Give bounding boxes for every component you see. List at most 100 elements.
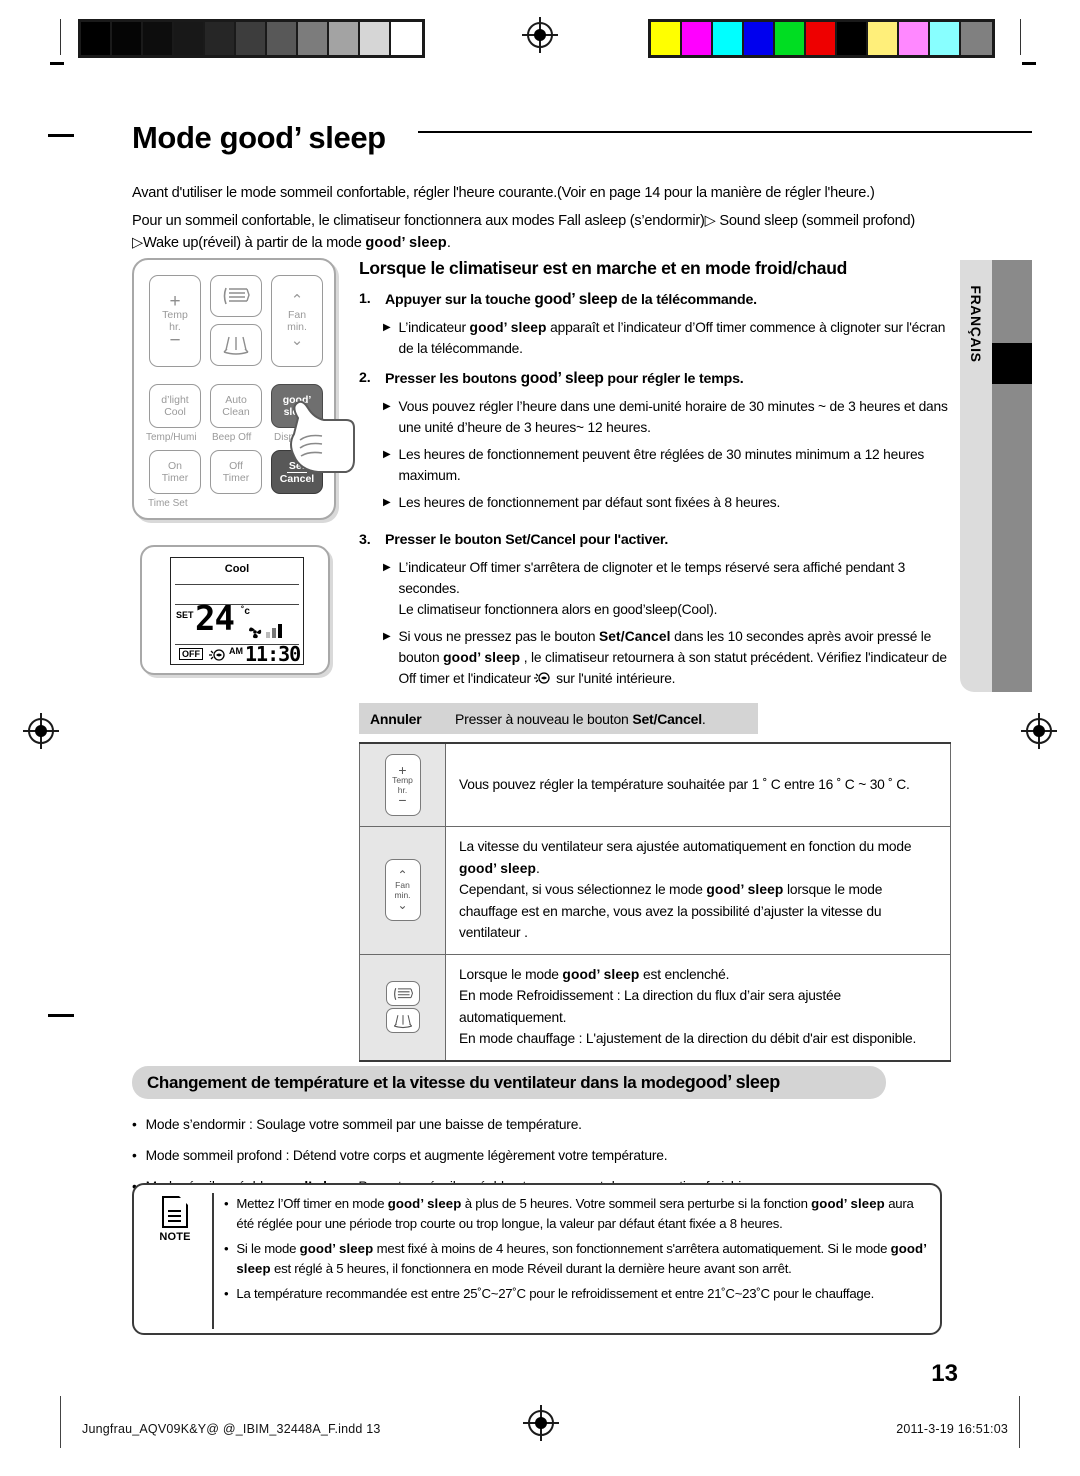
- lcd-meridiem: AM: [229, 646, 243, 656]
- lcd-set-label: SET: [176, 610, 194, 620]
- minus-icon: −: [169, 330, 181, 351]
- bullet-3-2-brand1: Set/Cancel: [598, 629, 671, 644]
- side-bleed-black: [992, 343, 1032, 384]
- chevron-up-icon: ⌃: [290, 292, 304, 309]
- settings-table: + Temp hr. − Vous pouvez régler la tempé…: [359, 742, 951, 1062]
- remote-swing-horizontal-button[interactable]: [210, 324, 262, 366]
- bullet-triangle-icon: ▶: [383, 497, 391, 508]
- page-title-prefix: Mode: [132, 120, 220, 155]
- gray-swatch-7: [298, 22, 329, 55]
- table-row-3-line-2: En mode Refroidissement : La direction d…: [459, 988, 841, 1025]
- bullet-triangle-icon: ▶: [383, 401, 391, 412]
- mid-left-dash: [48, 1014, 74, 1017]
- step-1: 1. Appuyer sur la touche good’ sleep de …: [359, 289, 951, 311]
- bullet-3-2-brand2: good’ sleep: [443, 650, 521, 665]
- gray-swatch-0: [81, 22, 112, 55]
- step-1-brand: good’ sleep: [534, 291, 618, 308]
- bullet-dot-icon: •: [224, 1196, 229, 1211]
- bullet-1-1-brand: good’ sleep: [469, 320, 547, 335]
- remote-auto-clean-button[interactable]: Auto Clean: [210, 384, 262, 428]
- table-row-2-line-2: Cependant, si vous sélectionnez le mode …: [459, 879, 938, 944]
- pointing-hand-icon: [290, 400, 355, 473]
- note-box: NOTE • Mettez l’Off timer en mode good’ …: [132, 1183, 942, 1335]
- grayscale-calibration-bar: [78, 19, 425, 58]
- triangle-icon: ▷: [704, 213, 716, 229]
- title-left-dash: [48, 134, 74, 137]
- bullet-dot-icon: •: [132, 1148, 137, 1163]
- section-bullet-2-text: Mode sommeil profond : Détend votre corp…: [145, 1148, 668, 1163]
- bullet-2-3-text: Les heures de fonctionnement par défaut …: [398, 495, 781, 510]
- gray-swatch-10: [391, 22, 422, 55]
- remote-dlight-cool-button[interactable]: d’light Cool: [149, 384, 201, 428]
- t3l1brand: good’ sleep: [562, 966, 640, 982]
- gray-swatch-8: [329, 22, 360, 55]
- fan-button-icon[interactable]: ⌃ Fan min. ⌄: [384, 859, 421, 922]
- page-number: 13: [931, 1360, 958, 1387]
- fan-icon-up: ⌃: [397, 868, 408, 883]
- remote-off-timer-button[interactable]: Off Timer: [210, 450, 262, 494]
- remote-lcd-diagram: Cool SET 24 ˚c OFF AM 11:30: [140, 545, 330, 675]
- gray-swatch-4: [205, 22, 236, 55]
- crop-dash-right: [1022, 62, 1036, 65]
- step-1-number: 1.: [359, 291, 371, 307]
- caption-time-set: Time Set: [148, 498, 188, 509]
- table-row-icon-cell: ⌃ Fan min. ⌄: [359, 826, 446, 955]
- page-title-brand: good’ sleep: [219, 120, 387, 155]
- n2brand1: good’ sleep: [299, 1241, 374, 1256]
- t2l1brand: good’ sleep: [459, 860, 536, 876]
- step-2-text-a: Presser les boutons: [385, 371, 521, 387]
- step-2-brand: good’ sleep: [520, 370, 604, 387]
- bullet-triangle-icon: ▶: [383, 449, 391, 460]
- note-icon-group: NOTE: [148, 1196, 202, 1243]
- lcd-unit: ˚c: [241, 606, 250, 617]
- note-items: • Mettez l’Off timer en mode good’ sleep…: [224, 1194, 930, 1309]
- auto-label: Auto: [225, 394, 247, 406]
- fan-label-line1: Fan: [287, 309, 307, 321]
- bullet-1-1-text: L’indicateur good’ sleep apparaît et l’i…: [399, 317, 952, 359]
- n1brand2: good’ sleep: [811, 1196, 885, 1211]
- temp-icon-minus: −: [398, 792, 407, 808]
- remote-on-timer-button[interactable]: On Timer: [149, 450, 201, 494]
- gray-swatch-9: [360, 22, 391, 55]
- section-bullet-1-text: Mode s’endormir : Soulage votre sommeil …: [145, 1117, 582, 1132]
- bullet-1-1-a: L’indicateur: [398, 320, 470, 335]
- cool-label: Cool: [164, 406, 186, 418]
- remote-temp-button[interactable]: + Temp hr. −: [149, 275, 201, 367]
- section-heading-pill: Changement de température et la vitesse …: [132, 1066, 886, 1099]
- lcd-temperature: 24: [195, 599, 235, 639]
- bullet-2-1-text: Vous pouvez régler l’heure dans une demi…: [398, 399, 948, 435]
- instructions-column: Lorsque le climatiseur est en marche et …: [359, 256, 951, 689]
- intro-line-1: Avant d'utiliser le mode sommeil confort…: [132, 185, 875, 201]
- step-3-text: Presser le bouton Set/Cancel pour l'acti…: [385, 530, 668, 551]
- t2l1b: .: [536, 860, 540, 876]
- temp-icon-plus: +: [398, 762, 407, 778]
- t2l2brand: good’ sleep: [706, 882, 784, 897]
- intro-line-2: Pour un sommeil confortable, le climatis…: [132, 210, 950, 232]
- bullet-dot-icon: •: [224, 1241, 229, 1256]
- remote-swing-vertical-button[interactable]: [210, 275, 262, 317]
- off-label: Off: [229, 460, 243, 472]
- bullet-3-2: ▶ Si vous ne pressez pas le bouton Set/C…: [359, 626, 951, 689]
- bullet-3-2-d: sur l'unité intérieure.: [552, 671, 676, 686]
- temp-button-icon[interactable]: + Temp hr. −: [384, 754, 421, 816]
- step-2-number: 2.: [359, 370, 371, 386]
- swing-button-icon[interactable]: [360, 981, 445, 1033]
- color-swatch-6: [837, 22, 868, 55]
- instructions-heading: Lorsque le climatiseur est en marche et …: [359, 258, 847, 278]
- lcd-mode-label: Cool: [224, 563, 250, 575]
- bullet-dot-icon: •: [132, 1117, 137, 1132]
- color-swatch-2: [713, 22, 744, 55]
- cancel-row-brand: Set/Cancel: [632, 710, 702, 727]
- intro-line-3: ▷Wake up(réveil) à partir de la mode goo…: [132, 232, 950, 254]
- note-item-1: • Mettez l’Off timer en mode good’ sleep…: [224, 1194, 930, 1234]
- triangle-icon-2: ▷: [132, 235, 143, 251]
- step-1-text-b: de la télécommande.: [617, 292, 757, 308]
- fan-icon-down: ⌄: [397, 898, 408, 913]
- table-row-3-line-1: Lorsque le mode good’ sleep est enclench…: [459, 964, 938, 986]
- section-heading-brand: good’ sleep: [684, 1072, 781, 1092]
- bullet-2-3: ▶ Les heures de fonctionnement par défau…: [359, 492, 951, 514]
- timer-label-1: Timer: [161, 472, 189, 484]
- bullet-triangle-icon: ▶: [383, 562, 391, 573]
- remote-fan-button[interactable]: ⌃ Fan min. ⌄: [271, 275, 323, 367]
- bullet-dot-icon: •: [224, 1286, 229, 1301]
